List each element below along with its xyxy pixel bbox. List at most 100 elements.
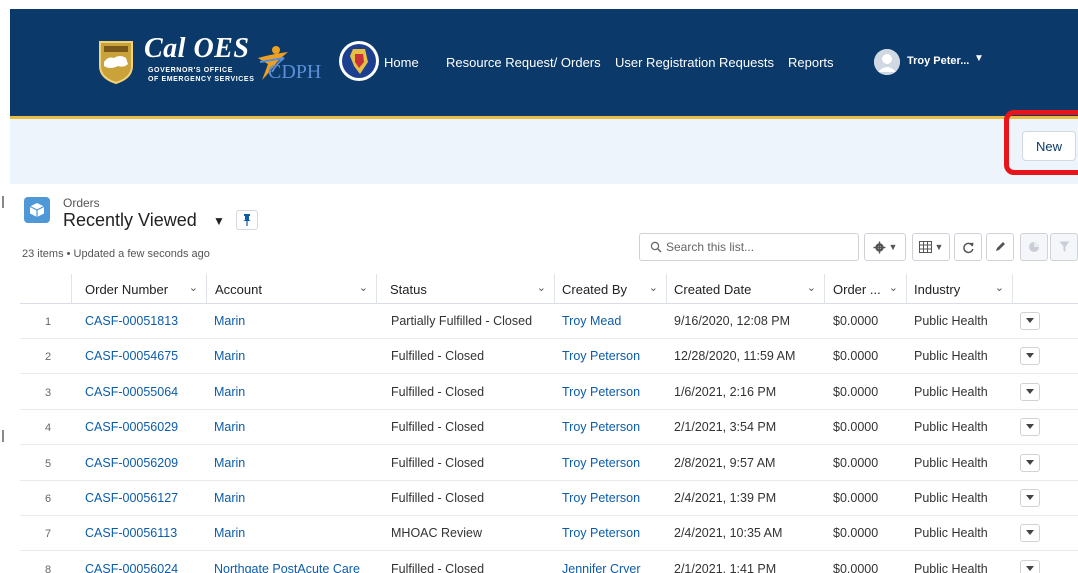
order-amount-value: $0.0000 — [833, 349, 879, 364]
column-label: Account — [215, 281, 262, 297]
column-header-created-by[interactable]: Created By ⌄ — [555, 274, 667, 304]
chevron-down-icon[interactable]: ⌄ — [359, 281, 368, 294]
nav-home[interactable]: Home — [384, 55, 419, 70]
state-seal-icon[interactable] — [338, 40, 380, 82]
order-number-link[interactable]: CASF-00051813 — [85, 314, 178, 328]
list-meta: 23 items • Updated a few seconds ago — [22, 248, 210, 260]
refresh-button[interactable] — [954, 233, 982, 261]
column-header-order-amount[interactable]: Order ... ⌄ — [825, 274, 907, 304]
created-by-link[interactable]: Troy Peterson — [562, 491, 640, 505]
order-amount-value: $0.0000 — [833, 420, 879, 435]
chart-button[interactable] — [1020, 233, 1048, 261]
account-link[interactable]: Marin — [214, 420, 245, 434]
highlight-box — [1004, 110, 1078, 175]
row-action-button[interactable] — [1020, 559, 1040, 573]
created-date-value: 1/6/2021, 2:16 PM — [674, 384, 777, 399]
row-action-button[interactable] — [1020, 347, 1040, 366]
nav-resource-requests[interactable]: Resource Request/ Orders — [446, 55, 601, 70]
order-number-link[interactable]: CASF-00056209 — [85, 456, 178, 470]
created-by-link[interactable]: Jennifer Cryer — [562, 562, 641, 573]
account-link[interactable]: Marin — [214, 456, 245, 470]
created-date-value: 2/4/2021, 10:35 AM — [674, 526, 783, 541]
caloes-title: Cal OES — [144, 33, 250, 64]
inline-edit-button[interactable] — [986, 233, 1014, 261]
row-action-button[interactable] — [1020, 382, 1040, 401]
column-header-industry[interactable]: Industry ⌄ — [907, 274, 1013, 304]
nav-user-registration[interactable]: User Registration Requests — [615, 55, 774, 70]
order-number-link[interactable]: CASF-00056029 — [85, 420, 178, 434]
account-link[interactable]: Marin — [214, 385, 245, 399]
table-row[interactable]: 3 CASF-00055064 Marin Fulfilled - Closed Tro… — [20, 375, 1078, 410]
created-by-link[interactable]: Troy Peterson — [562, 420, 640, 434]
user-name: Troy Peter... — [907, 55, 970, 67]
column-header-account[interactable]: Account ⌄ — [207, 274, 377, 304]
left-edge — [0, 0, 10, 573]
order-number-link[interactable]: CASF-00054675 — [85, 349, 178, 363]
created-by-link[interactable]: Troy Mead — [562, 314, 621, 328]
search-box[interactable] — [639, 233, 859, 261]
order-number-link[interactable]: CASF-00056024 — [85, 562, 178, 573]
order-amount-value: $0.0000 — [833, 455, 879, 470]
edge-mark — [2, 430, 4, 442]
cdph-logo[interactable]: CDPH — [254, 44, 321, 84]
list-settings-button[interactable]: ▼ — [864, 233, 906, 261]
column-header-created-date[interactable]: Created Date ⌄ — [667, 274, 825, 304]
user-avatar-icon — [874, 49, 900, 75]
chart-icon — [1029, 242, 1039, 252]
row-number: 4 — [45, 422, 52, 435]
row-action-button[interactable] — [1020, 418, 1040, 437]
column-header-status[interactable]: Status ⌄ — [377, 274, 555, 304]
table-row[interactable]: 6 CASF-00056127 Marin Fulfilled - Closed Tro… — [20, 481, 1078, 516]
status-value: Fulfilled - Closed — [391, 455, 485, 470]
industry-value: Public Health — [914, 384, 988, 399]
created-by-link[interactable]: Troy Peterson — [562, 526, 640, 540]
order-number-link[interactable]: CASF-00056113 — [85, 526, 177, 540]
column-header-order-number[interactable]: Order Number ⌄ — [72, 274, 207, 304]
row-action-button[interactable] — [1020, 312, 1040, 330]
table-row[interactable]: 5 CASF-00056209 Marin Fulfilled - Closed Tro… — [20, 446, 1078, 481]
nav-reports[interactable]: Reports — [788, 55, 834, 70]
order-number-link[interactable]: CASF-00056127 — [85, 491, 178, 505]
table-row[interactable]: 8 CASF-00056024 Northgate PostAcute Care Fu… — [20, 552, 1078, 573]
display-as-button[interactable]: ▼ — [912, 233, 950, 261]
account-link[interactable]: Northgate PostAcute Care — [214, 562, 360, 573]
table-row[interactable]: 2 CASF-00054675 Marin Fulfilled - Closed Tro… — [20, 339, 1078, 375]
filter-button[interactable] — [1050, 233, 1078, 261]
pin-button[interactable] — [236, 210, 258, 230]
status-value: Fulfilled - Closed — [391, 349, 485, 364]
created-date-value: 2/8/2021, 9:57 AM — [674, 455, 776, 470]
created-by-link[interactable]: Troy Peterson — [562, 456, 640, 470]
bear-badge-icon — [99, 41, 133, 84]
caret-down-icon: ▼ — [934, 242, 944, 252]
row-action-button[interactable] — [1020, 489, 1040, 507]
chevron-down-icon[interactable]: ⌄ — [807, 281, 816, 294]
column-label: Created Date — [674, 281, 752, 297]
search-input[interactable] — [666, 237, 854, 257]
table-row[interactable]: 4 CASF-00056029 Marin Fulfilled - Closed Tro… — [20, 410, 1078, 446]
created-by-link[interactable]: Troy Peterson — [562, 385, 640, 399]
row-action-button[interactable] — [1020, 524, 1040, 543]
column-label: Created By — [562, 281, 628, 297]
table-row[interactable]: 1 CASF-00051813 Marin Partially Fulfilled -… — [20, 304, 1078, 339]
chevron-down-icon[interactable]: ⌄ — [995, 281, 1004, 294]
row-number: 7 — [45, 528, 52, 541]
created-by-link[interactable]: Troy Peterson — [562, 349, 640, 363]
status-value: Fulfilled - Closed — [391, 420, 485, 435]
order-amount-value: $0.0000 — [833, 526, 879, 541]
account-link[interactable]: Marin — [214, 526, 245, 540]
account-link[interactable]: Marin — [214, 349, 245, 363]
created-date-value: 2/4/2021, 1:39 PM — [674, 491, 777, 505]
list-view-title[interactable]: Recently Viewed — [63, 210, 197, 231]
chevron-down-icon[interactable]: ⌄ — [189, 281, 198, 294]
order-number-link[interactable]: CASF-00055064 — [85, 385, 178, 399]
chevron-down-icon[interactable]: ⌄ — [537, 281, 546, 294]
account-link[interactable]: Marin — [214, 314, 245, 328]
caret-down-icon[interactable]: ▼ — [213, 214, 225, 228]
row-action-button[interactable] — [1020, 453, 1040, 472]
chevron-down-icon[interactable]: ⌄ — [889, 281, 898, 294]
account-link[interactable]: Marin — [214, 491, 245, 505]
chevron-down-icon[interactable]: ⌄ — [649, 281, 658, 294]
caloes-logo[interactable]: Cal OES GOVERNOR'S OFFICE OF EMERGENCY S… — [98, 33, 254, 91]
row-action-caret-icon — [1026, 565, 1034, 571]
table-row[interactable]: 7 CASF-00056113 Marin MHOAC Review Troy Pete… — [20, 516, 1078, 552]
